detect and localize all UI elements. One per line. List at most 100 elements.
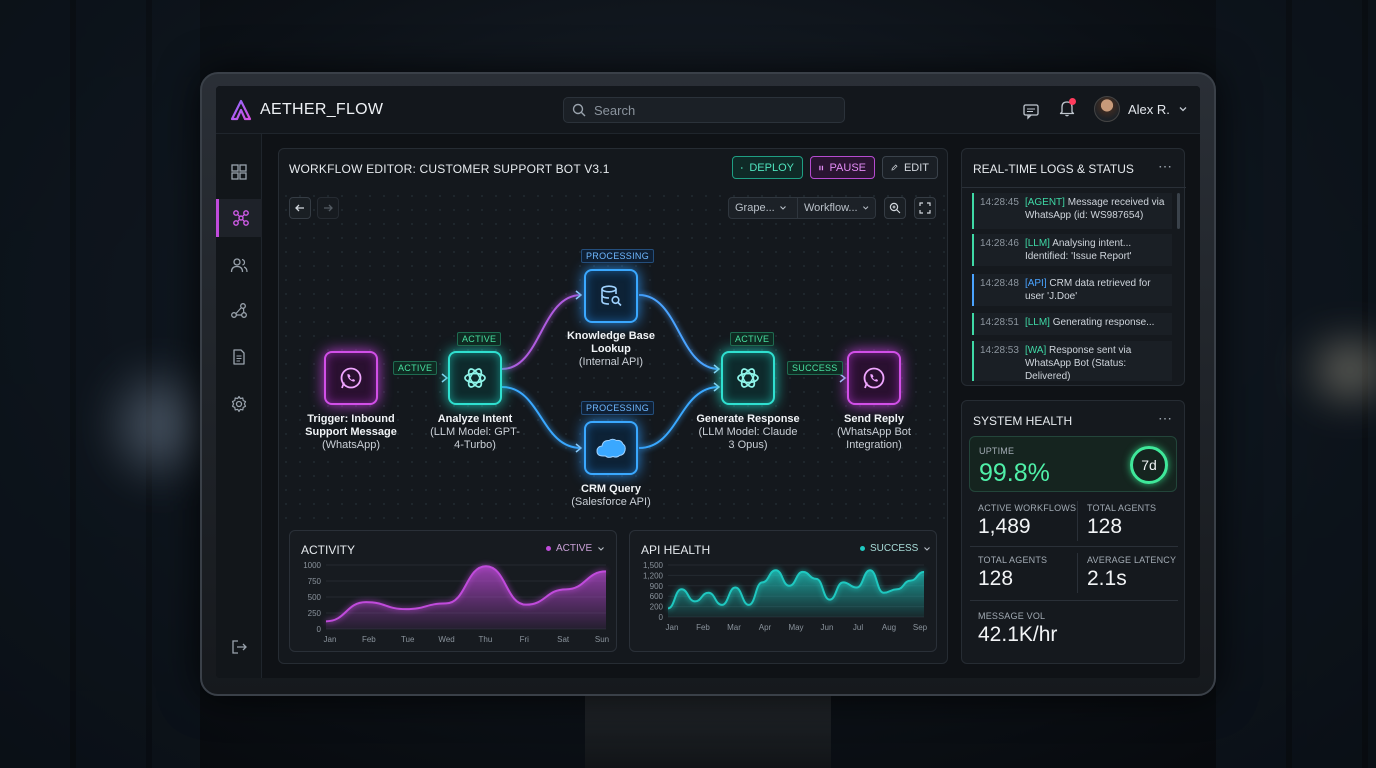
chevron-down-icon (1179, 107, 1187, 112)
search-bar[interactable] (563, 97, 845, 123)
node-subtitle: (Salesforce API) (571, 496, 651, 508)
node-status-badge: ACTIVE (457, 332, 502, 346)
node-title: Send Reply (844, 413, 904, 425)
log-entry: 14:28:46 [LLM] Analysing intent... Identi… (972, 234, 1172, 266)
notification-dot (1069, 98, 1076, 105)
uptime-card: UPTIME 99.8% 7d (969, 436, 1177, 492)
x-tick-label: Feb (362, 635, 376, 644)
node-label: Trigger: Inbound Support Message (WhatsA… (293, 413, 409, 452)
workflow-editor: WORKFLOW EDITOR: CUSTOMER SUPPORT BOT V3… (278, 148, 948, 664)
search-input[interactable] (594, 102, 834, 118)
x-tick-label: Fri (520, 635, 530, 644)
node-generate-response[interactable] (721, 351, 775, 405)
node-title: Analyze Intent (437, 413, 513, 425)
api-health-card: API HEALTH SUCCESS 1,500 1,200 900 600 200 0 J… (629, 530, 937, 652)
uptime-value: 99.8% (979, 459, 1050, 487)
log-message: [WA] Response sent via WhatsApp Bot (Sta… (1025, 344, 1166, 382)
node-title: Generate Response (696, 413, 800, 425)
sidebar-item-integrations[interactable] (216, 292, 262, 330)
log-timestamp: 14:28:53 (980, 345, 1019, 356)
metric-label: TOTAL AGENTS (1087, 503, 1157, 513)
whatsapp-icon (863, 367, 885, 389)
logs-panel: REAL-TIME LOGS & STATUS ⋯ 14:28:45 [AGENT… (961, 148, 1186, 386)
sidebar-item-logout[interactable] (216, 628, 262, 666)
node-subtitle: (LLM Model: Claude 3 Opus) (698, 426, 798, 451)
log-level: [API] (1024, 278, 1047, 289)
metric-label: AVERAGE LATENCY (1087, 555, 1177, 565)
metric-value: 128 (1087, 515, 1123, 538)
avatar (1094, 96, 1120, 122)
metric-label: ACTIVE WORKFLOWS (978, 503, 1077, 513)
log-entry: 14:28:48 [API] CRM data retrieved for use… (972, 274, 1172, 306)
x-tick-label: Sun (595, 635, 609, 644)
monitor-glow (120, 380, 200, 470)
more-icon[interactable]: ⋯ (1158, 158, 1172, 175)
x-tick-label: Feb (696, 623, 710, 632)
node-send-reply[interactable] (847, 351, 901, 405)
api-health-chart: 1,5001,200 900600 2000Jan Feb Mar Apr May Jun Ju… (643, 561, 928, 632)
node-status-badge: PROCESSING (581, 401, 655, 415)
metric-value: 2.1s (1087, 567, 1127, 590)
desk-lamp-glow (1320, 350, 1376, 390)
x-tick-label: Aug (882, 623, 896, 632)
log-message: [LLM] Analysing intent... Identified: 'I… (1025, 237, 1166, 263)
sidebar-item-workflows[interactable] (216, 199, 262, 237)
sidebar (216, 134, 262, 678)
app-screen: AETHER_FLOW Alex R. (216, 86, 1200, 678)
metric-label: TOTAL AGENTS (978, 555, 1048, 565)
y-tick-label: 0 (659, 613, 664, 622)
x-tick-label: Jul (853, 623, 863, 632)
sidebar-item-agents[interactable] (216, 246, 262, 284)
agents-icon (230, 258, 248, 273)
node-subtitle: (WhatsApp Bot Integration) (837, 426, 911, 451)
notifications-button[interactable] (1058, 98, 1076, 122)
node-analyze-intent[interactable] (448, 351, 502, 405)
openai-icon (464, 368, 486, 388)
top-bar: AETHER_FLOW Alex R. (216, 86, 1200, 134)
y-tick-label: 250 (308, 609, 322, 618)
logo-icon (230, 99, 252, 121)
x-tick-label: Jan (324, 635, 337, 644)
y-tick-label: 1,500 (643, 561, 664, 570)
messages-icon[interactable] (1022, 102, 1040, 120)
node-status-badge: ACTIVE (730, 332, 775, 346)
node-title: Knowledge Base Lookup (566, 330, 656, 355)
log-entry: 14:28:45 [AGENT] Message received via Wha… (972, 193, 1172, 229)
divider (962, 187, 1186, 188)
node-crm-query[interactable] (584, 421, 638, 475)
sidebar-item-dashboard[interactable] (216, 153, 262, 191)
log-timestamp: 14:28:46 (980, 238, 1019, 249)
sidebar-item-settings[interactable] (216, 385, 262, 423)
node-status-badge: PROCESSING (581, 249, 655, 263)
workflows-icon (232, 210, 249, 226)
logs-scrollbar[interactable] (1177, 193, 1180, 229)
more-icon[interactable]: ⋯ (1158, 410, 1172, 427)
logs-title: REAL-TIME LOGS & STATUS (973, 162, 1134, 176)
sidebar-item-documents[interactable] (216, 338, 262, 376)
log-message: [LLM] Generating response... (1025, 316, 1155, 332)
y-tick-label: 750 (308, 577, 322, 586)
y-tick-label: 1,200 (643, 571, 664, 580)
y-tick-label: 200 (650, 603, 664, 612)
system-health-title: SYSTEM HEALTH (973, 414, 1073, 428)
y-tick-label: 1000 (303, 561, 321, 570)
log-entry: 14:28:53 [WA] Response sent via WhatsApp … (972, 341, 1172, 382)
uptime-label: UPTIME (979, 446, 1015, 456)
documents-icon (233, 349, 245, 365)
y-tick-label: 900 (650, 582, 664, 591)
node-trigger[interactable] (324, 351, 378, 405)
log-level: [LLM] (1024, 317, 1050, 328)
app-logo[interactable]: AETHER_FLOW (230, 99, 383, 121)
log-entry: 14:28:51 [LLM] Generating response... (972, 313, 1172, 335)
node-knowledge-base[interactable] (584, 269, 638, 323)
edge-status-badge: SUCCESS (787, 361, 843, 375)
system-health-panel: SYSTEM HEALTH ⋯ UPTIME 99.8% 7d ACTIVE W… (961, 400, 1185, 664)
node-subtitle: (WhatsApp) (321, 439, 381, 451)
node-subtitle: (LLM Model: GPT-4-Turbo) (430, 426, 520, 451)
node-title: CRM Query (581, 483, 641, 495)
log-message: [API] CRM data retrieved for user 'J.Doe… (1025, 277, 1166, 303)
node-title: Trigger: Inbound Support Message (305, 413, 397, 438)
node-label: Generate Response (LLM Model: Claude 3 O… (695, 413, 801, 452)
user-menu[interactable]: Alex R. (1094, 96, 1188, 122)
x-tick-label: Sat (557, 635, 570, 644)
